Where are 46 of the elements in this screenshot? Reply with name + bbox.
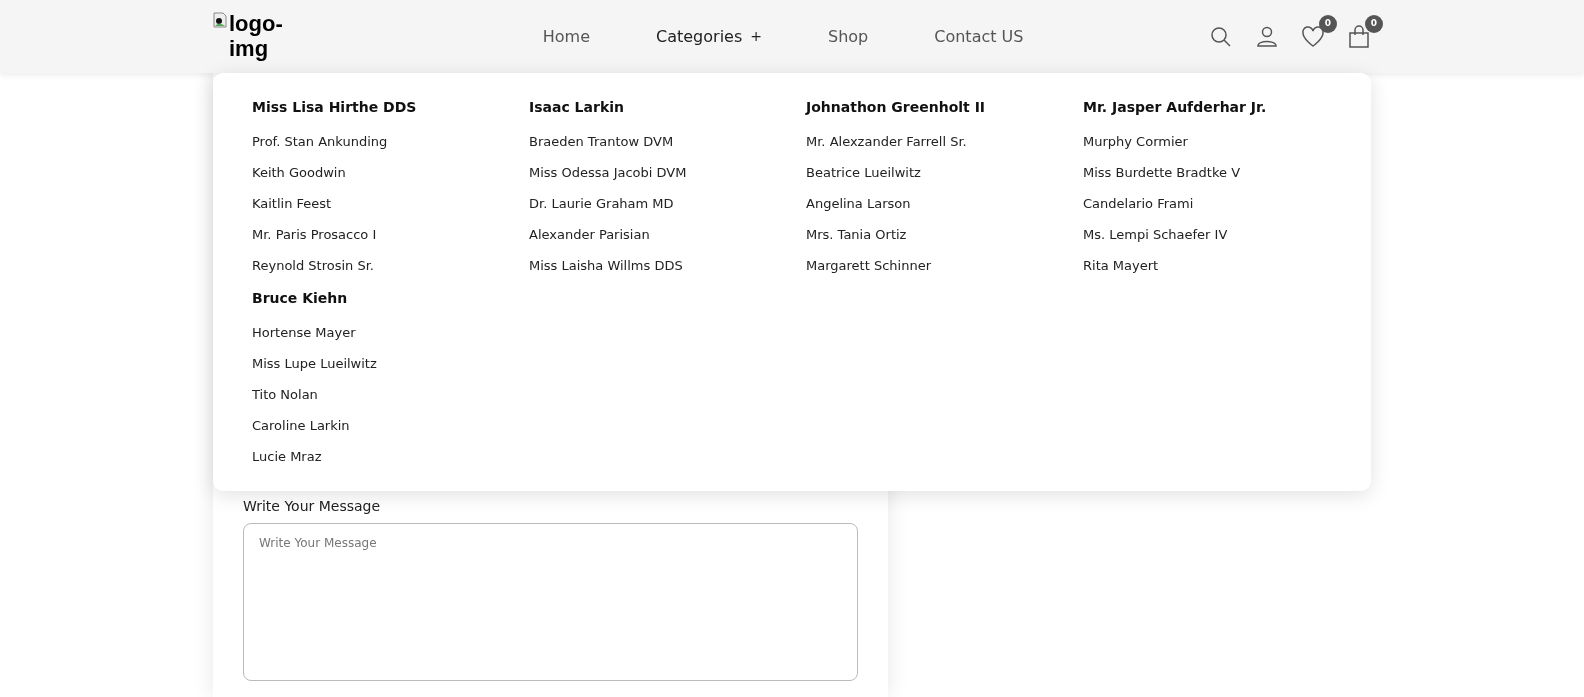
menu-link[interactable]: Keith Goodwin: [252, 164, 529, 181]
count-badge: 0: [1319, 14, 1337, 33]
nav-link[interactable]: Shop: [828, 24, 869, 49]
menu-link[interactable]: Tito Nolan: [252, 386, 529, 403]
count-badge: 0: [1365, 14, 1383, 33]
menu-link[interactable]: Dr. Laurie Graham MD: [529, 195, 806, 212]
menu-link[interactable]: Kaitlin Feest: [252, 195, 529, 212]
broken-image-icon: [213, 12, 227, 29]
menu-link[interactable]: Margarett Schinner: [806, 257, 1083, 274]
search-icon[interactable]: [1209, 25, 1233, 49]
menu-link[interactable]: Miss Burdette Bradtke V: [1083, 164, 1360, 181]
user-icon[interactable]: [1255, 25, 1279, 49]
menu-link[interactable]: Prof. Stan Ankunding: [252, 133, 529, 150]
nav-link[interactable]: Home: [542, 24, 590, 49]
menu-heading: Bruce Kiehn: [252, 289, 349, 308]
menu-heading: Johnathon Greenholt II: [806, 98, 987, 117]
menu-link[interactable]: Candelario Frami: [1083, 195, 1360, 212]
menu-link[interactable]: Rita Mayert: [1083, 257, 1360, 274]
menu-link[interactable]: Angelina Larson: [806, 195, 1083, 212]
menu-link[interactable]: Hortense Mayer: [252, 324, 529, 341]
menu-link[interactable]: Braeden Trantow DVM: [529, 133, 806, 150]
menu-link[interactable]: Lucie Mraz: [252, 448, 529, 465]
menu-heading: Isaac Larkin: [529, 98, 625, 117]
bag-icon[interactable]: [1347, 25, 1371, 49]
menu-link[interactable]: Murphy Cormier: [1083, 133, 1360, 150]
nav-link[interactable]: Categories +: [656, 24, 762, 49]
menu-link[interactable]: Beatrice Lueilwitz: [806, 164, 1083, 181]
menu-link[interactable]: Mr. Alexzander Farrell Sr.: [806, 133, 1083, 150]
nav-link[interactable]: Contact US: [934, 24, 1024, 49]
logo-text: img: [229, 36, 269, 61]
heart-icon[interactable]: [1301, 25, 1325, 49]
menu-link[interactable]: Miss Laisha Willms DDS: [529, 257, 806, 274]
menu-link[interactable]: Mr. Paris Prosacco I: [252, 226, 529, 243]
menu-link[interactable]: Caroline Larkin: [252, 417, 529, 434]
menu-heading: Mr. Jasper Aufderhar Jr.: [1083, 98, 1268, 117]
menu-link[interactable]: Miss Odessa Jacobi DVM: [529, 164, 806, 181]
menu-link[interactable]: Mrs. Tania Ortiz: [806, 226, 1083, 243]
field-label: Write Your Message: [243, 497, 382, 516]
menu-link[interactable]: Alexander Parisian: [529, 226, 806, 243]
logo-text: logo-: [229, 12, 283, 37]
menu-link[interactable]: Reynold Strosin Sr.: [252, 257, 529, 274]
menu-link[interactable]: Miss Lupe Lueilwitz: [252, 355, 529, 372]
menu-heading: Miss Lisa Hirthe DDS: [252, 98, 418, 117]
message-field[interactable]: Write Your Message: [243, 523, 858, 681]
menu-link[interactable]: Ms. Lempi Schaefer IV: [1083, 226, 1360, 243]
logo[interactable]: logo- img: [213, 12, 283, 61]
